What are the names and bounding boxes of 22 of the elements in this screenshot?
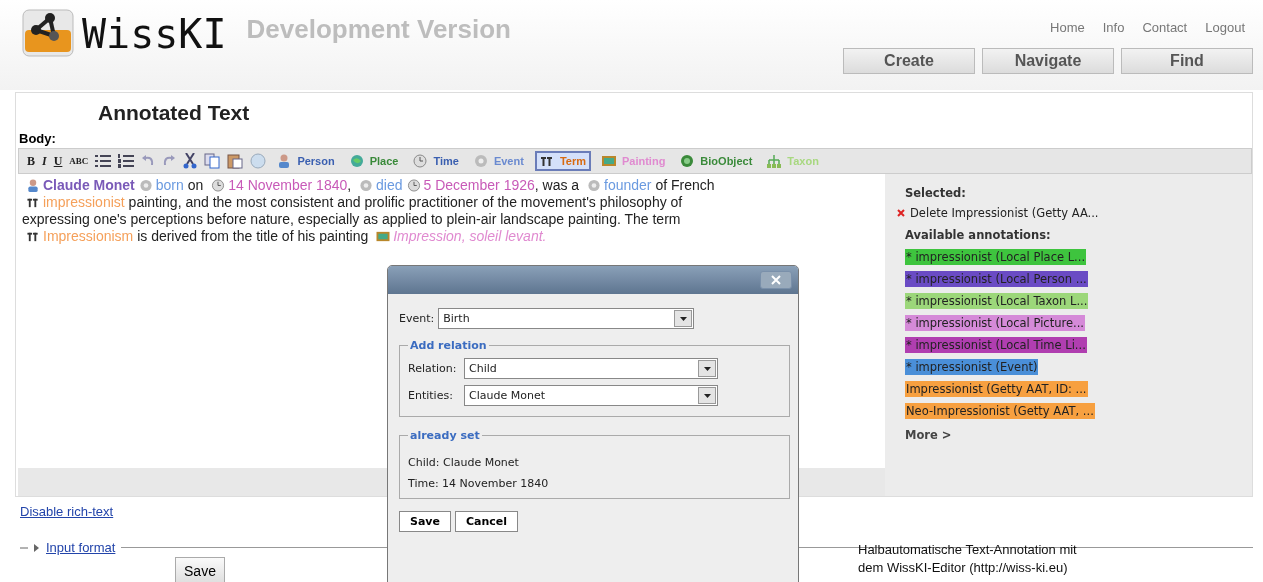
fieldset-legend: Add relation: [408, 339, 489, 352]
fieldset-legend: already set: [408, 429, 482, 442]
field-label: Event:: [399, 312, 435, 325]
logo-text: WissKI: [82, 10, 227, 59]
relation-entry: Time: 14 November 1840: [408, 477, 550, 490]
editor-text: is derived from the title of his painting: [136, 228, 370, 244]
editor-text: painting, and the most consistent and prolific practitioner of the movement's philosophy of: [127, 194, 683, 210]
figure-caption: dem WissKI-Editor (http://wiss-ki.eu): [858, 559, 1069, 577]
field-label: Entities:: [408, 389, 454, 402]
field-label: Body:: [19, 131, 57, 146]
editor-text: expressing one's perceptions before nature, especially as applied to plein-air landscape painting. The term: [22, 211, 681, 227]
relation-entry: Child: Claude Monet: [408, 456, 520, 469]
site-subtitle: Development Version: [246, 14, 511, 45]
page-title: Annotated Text: [98, 101, 251, 125]
field-label: Relation:: [408, 362, 458, 375]
panel-heading: Selected:: [905, 186, 966, 200]
editor-text: on: [186, 177, 205, 193]
editor-text: ,: [347, 177, 353, 193]
editor-text: , was a: [534, 177, 581, 193]
panel-heading: Available annotations:: [905, 228, 1051, 242]
editor-text: of French: [654, 177, 715, 193]
figure-caption: Halbautomatische Text-Annotation mit: [858, 541, 1077, 559]
